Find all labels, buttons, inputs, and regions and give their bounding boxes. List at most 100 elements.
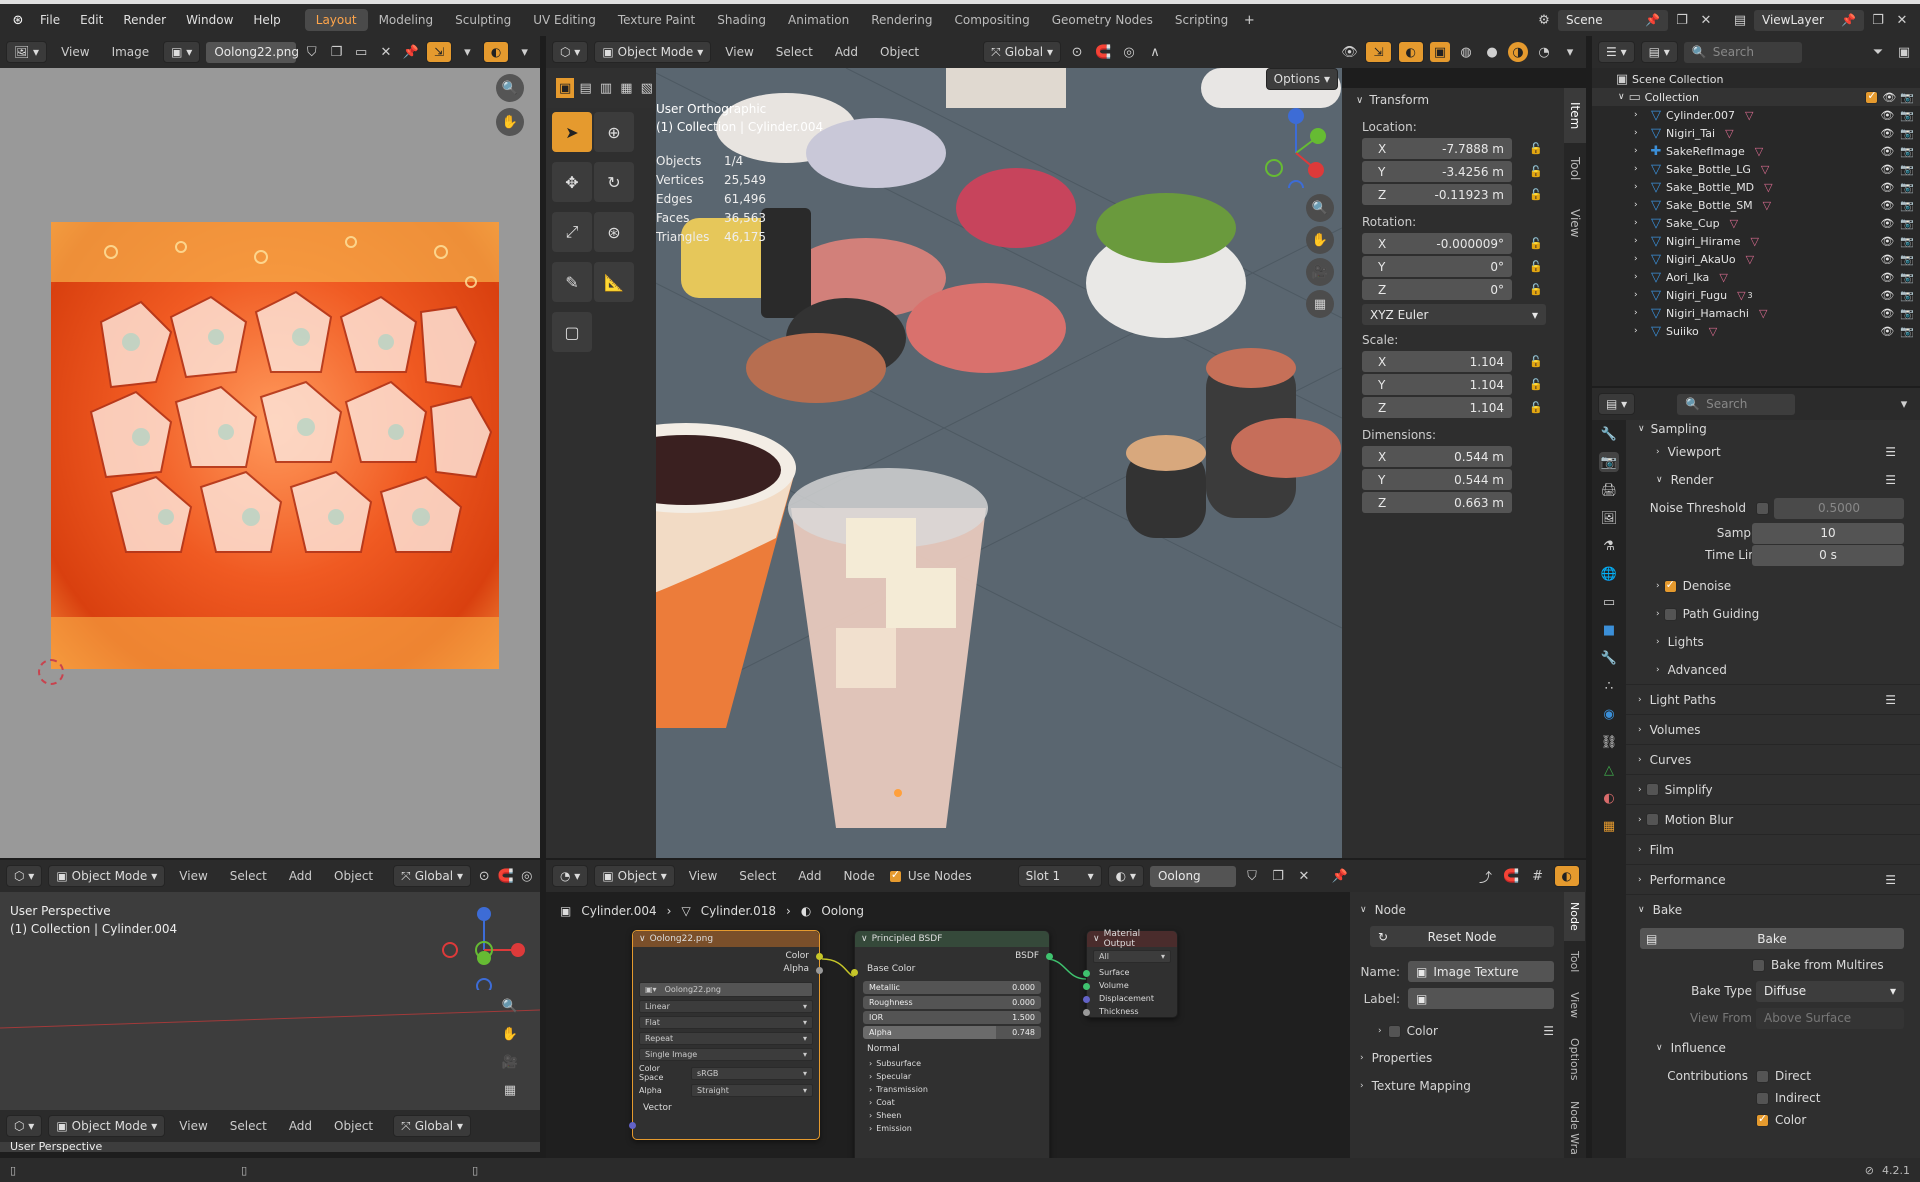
transform-tool-icon[interactable]: ⊛ bbox=[594, 212, 634, 252]
socket[interactable] bbox=[1083, 983, 1090, 990]
proportional-edit-icon[interactable]: ◎ bbox=[1119, 42, 1139, 62]
socket[interactable] bbox=[1083, 1009, 1090, 1016]
workspace-tab-layout[interactable]: Layout bbox=[304, 9, 368, 31]
roughness-slider[interactable]: Roughness 0.000 bbox=[863, 996, 1041, 1009]
node-tab-node[interactable]: Node bbox=[1564, 892, 1585, 941]
small-menu-object[interactable]: Object bbox=[326, 869, 381, 883]
menu-help[interactable]: Help bbox=[245, 9, 288, 31]
copy-scene-icon[interactable]: ❐ bbox=[1672, 10, 1692, 30]
dimensions-z-field[interactable]: Z 0.663 m bbox=[1362, 492, 1512, 513]
shading-material-icon[interactable]: ◑ bbox=[1508, 42, 1528, 62]
bsdf-panel-sheen[interactable]: › Sheen bbox=[855, 1109, 1049, 1122]
lock-icon[interactable]: 🔓 bbox=[1526, 375, 1546, 395]
viewlayer-icon[interactable]: ▤ bbox=[1730, 10, 1750, 30]
transform-orientation-small2[interactable]: ⤧ Global ▾ bbox=[393, 1115, 472, 1137]
node-tab-node-wra[interactable]: Node Wra bbox=[1564, 1091, 1585, 1165]
filter-icon[interactable]: ⏷ bbox=[1868, 42, 1888, 62]
small2-menu-select[interactable]: Select bbox=[222, 1119, 275, 1133]
collection-exclude-checkbox[interactable] bbox=[1865, 89, 1879, 104]
use-nodes-checkbox[interactable] bbox=[888, 868, 902, 883]
outliner-item-nigiri-hamachi[interactable]: › ▽ Nigiri_Hamachi ▽ 👁 📷 bbox=[1592, 304, 1920, 322]
node-image-datablock[interactable]: ▣▾ Oolong22.png bbox=[639, 982, 813, 997]
lock-icon[interactable]: 🔓 bbox=[1526, 185, 1546, 205]
new-collection-icon[interactable]: ▣ bbox=[1894, 42, 1914, 62]
node-grid-icon[interactable]: # bbox=[1528, 866, 1548, 886]
outliner-item-nigiri-fugu[interactable]: › ▽ Nigiri_Fugu ▽ 3 👁 📷 bbox=[1592, 286, 1920, 304]
node-name-field[interactable]: ▣ Image Texture bbox=[1408, 961, 1554, 982]
node-menu-add[interactable]: Add bbox=[790, 869, 829, 883]
viewport-menu-view[interactable]: View bbox=[717, 45, 761, 59]
metallic-slider[interactable]: Metallic 0.000 bbox=[863, 981, 1041, 994]
principled-bsdf-node[interactable]: ∨ Principled BSDF BSDF Base Color Metalli… bbox=[851, 930, 1053, 1158]
collection-render-icon[interactable]: 📷 bbox=[1900, 91, 1914, 104]
outliner-item-suiiko[interactable]: › ▽ Suiiko ▽ 👁 📷 bbox=[1592, 322, 1920, 340]
render-subpanel[interactable]: ∨ Render ☰ bbox=[1626, 466, 1920, 494]
node-properties-panel[interactable]: › Properties bbox=[1360, 1043, 1554, 1073]
image-texture-node[interactable]: ∨ Oolong22.png Color Alpha ▣▾ Oolong22.png… bbox=[629, 930, 823, 1140]
visibility-icon[interactable]: 👁 bbox=[1339, 42, 1359, 62]
blender-logo-icon[interactable]: ⊛ bbox=[8, 10, 28, 30]
workspace-tab-geometry-nodes[interactable]: Geometry Nodes bbox=[1041, 9, 1164, 31]
visibility-eye-icon[interactable]: 👁 bbox=[1880, 109, 1894, 122]
scene-tab-icon[interactable]: ⚗ bbox=[1599, 536, 1619, 556]
extension-select[interactable]: Repeat ▾ bbox=[639, 1032, 813, 1045]
workspace-tab-modeling[interactable]: Modeling bbox=[368, 9, 445, 31]
workspace-tab-uv-editing[interactable]: UV Editing bbox=[522, 9, 607, 31]
outliner-search-input[interactable]: 🔍 Search bbox=[1683, 41, 1802, 63]
texture-mapping-panel[interactable]: › Texture Mapping bbox=[1360, 1073, 1554, 1099]
workspace-tab-shading[interactable]: Shading bbox=[706, 9, 777, 31]
snap-small-icon[interactable]: 🧲 bbox=[497, 866, 513, 886]
performance-presets-icon[interactable]: ☰ bbox=[1885, 873, 1896, 887]
tool-tab-icon[interactable]: 🔧 bbox=[1599, 424, 1619, 444]
select-subtract-icon[interactable]: ▥ bbox=[597, 78, 615, 98]
material-fake-user-icon[interactable]: ⛉ bbox=[1242, 866, 1262, 886]
workspace-tab-compositing[interactable]: Compositing bbox=[943, 9, 1040, 31]
simplify-checkbox[interactable] bbox=[1645, 783, 1659, 796]
advanced-subpanel[interactable]: › Advanced bbox=[1626, 656, 1920, 684]
bsdf-panel-subsurface[interactable]: › Subsurface bbox=[855, 1057, 1049, 1070]
menu-edit[interactable]: Edit bbox=[72, 9, 111, 31]
viewport-menu-select[interactable]: Select bbox=[768, 45, 821, 59]
rotation-y-field[interactable]: Y 0° bbox=[1362, 256, 1512, 277]
motion-blur-checkbox[interactable] bbox=[1645, 813, 1659, 826]
mode-selector-small[interactable]: ▣ Object Mode ▾ bbox=[48, 865, 166, 887]
film-panel[interactable]: › Film bbox=[1626, 834, 1920, 864]
shading-solid-icon[interactable]: ● bbox=[1482, 42, 1502, 62]
visibility-eye-icon[interactable]: 👁 bbox=[1880, 325, 1894, 338]
scene-icon[interactable]: ⚙ bbox=[1534, 10, 1554, 30]
visibility-eye-icon[interactable]: 👁 bbox=[1880, 199, 1894, 212]
node-editor-canvas[interactable]: ▣ Cylinder.004 › ▽ Cylinder.018 › ◐ Oolong ∨ O… bbox=[546, 892, 1350, 1158]
small-menu-add[interactable]: Add bbox=[281, 869, 320, 883]
light-paths-panel[interactable]: › Light Paths ☰ bbox=[1626, 684, 1920, 714]
xray-icon[interactable]: ▣ bbox=[1430, 42, 1450, 62]
view-layer-tab-icon[interactable]: 🖼 bbox=[1599, 508, 1619, 528]
material-name-field[interactable]: Oolong bbox=[1149, 865, 1236, 887]
small-menu-select[interactable]: Select bbox=[222, 869, 275, 883]
texture-tab-icon[interactable]: ▦ bbox=[1599, 816, 1619, 836]
material-unlink-icon[interactable]: ✕ bbox=[1294, 866, 1314, 886]
output-target-select[interactable]: All ▾ bbox=[1093, 950, 1171, 963]
viewport-small2-canvas[interactable]: User Perspective bbox=[0, 1142, 540, 1152]
select-tool-icon[interactable]: ➤ bbox=[552, 112, 592, 152]
bsdf-panel-coat[interactable]: › Coat bbox=[855, 1096, 1049, 1109]
shading-rendered-icon[interactable]: ◔ bbox=[1534, 42, 1554, 62]
expand-chevron-icon[interactable]: › bbox=[1634, 218, 1646, 228]
add-workspace-icon[interactable]: + bbox=[1239, 10, 1259, 30]
scale-tool-icon[interactable]: ⤢ bbox=[552, 212, 592, 252]
mode-selector-small2[interactable]: ▣ Object Mode ▾ bbox=[48, 1115, 166, 1137]
move-tool-icon[interactable]: ✥ bbox=[552, 162, 592, 202]
editor-type-3d[interactable]: ⬡ ▾ bbox=[552, 41, 589, 63]
curves-panel[interactable]: › Curves bbox=[1626, 744, 1920, 774]
bsdf-panel-emission[interactable]: › Emission bbox=[855, 1122, 1049, 1135]
visibility-eye-icon[interactable]: 👁 bbox=[1880, 181, 1894, 194]
bake-type-select[interactable]: Diffuse ▾ bbox=[1756, 980, 1904, 1002]
bake-panel[interactable]: ∨ Bake bbox=[1626, 894, 1920, 924]
samples-field[interactable]: 10 bbox=[1752, 522, 1904, 544]
lock-icon[interactable]: 🔓 bbox=[1526, 139, 1546, 159]
gizmo-toggle[interactable]: ◐ bbox=[482, 41, 510, 63]
lock-icon[interactable]: 🔓 bbox=[1526, 352, 1546, 372]
render-camera-icon[interactable]: 📷 bbox=[1900, 271, 1914, 284]
expand-chevron-icon[interactable]: › bbox=[1634, 200, 1646, 210]
proportional-small-icon[interactable]: ◎ bbox=[520, 866, 534, 886]
editor-type-properties[interactable]: ▤ ▾ bbox=[1598, 393, 1636, 415]
